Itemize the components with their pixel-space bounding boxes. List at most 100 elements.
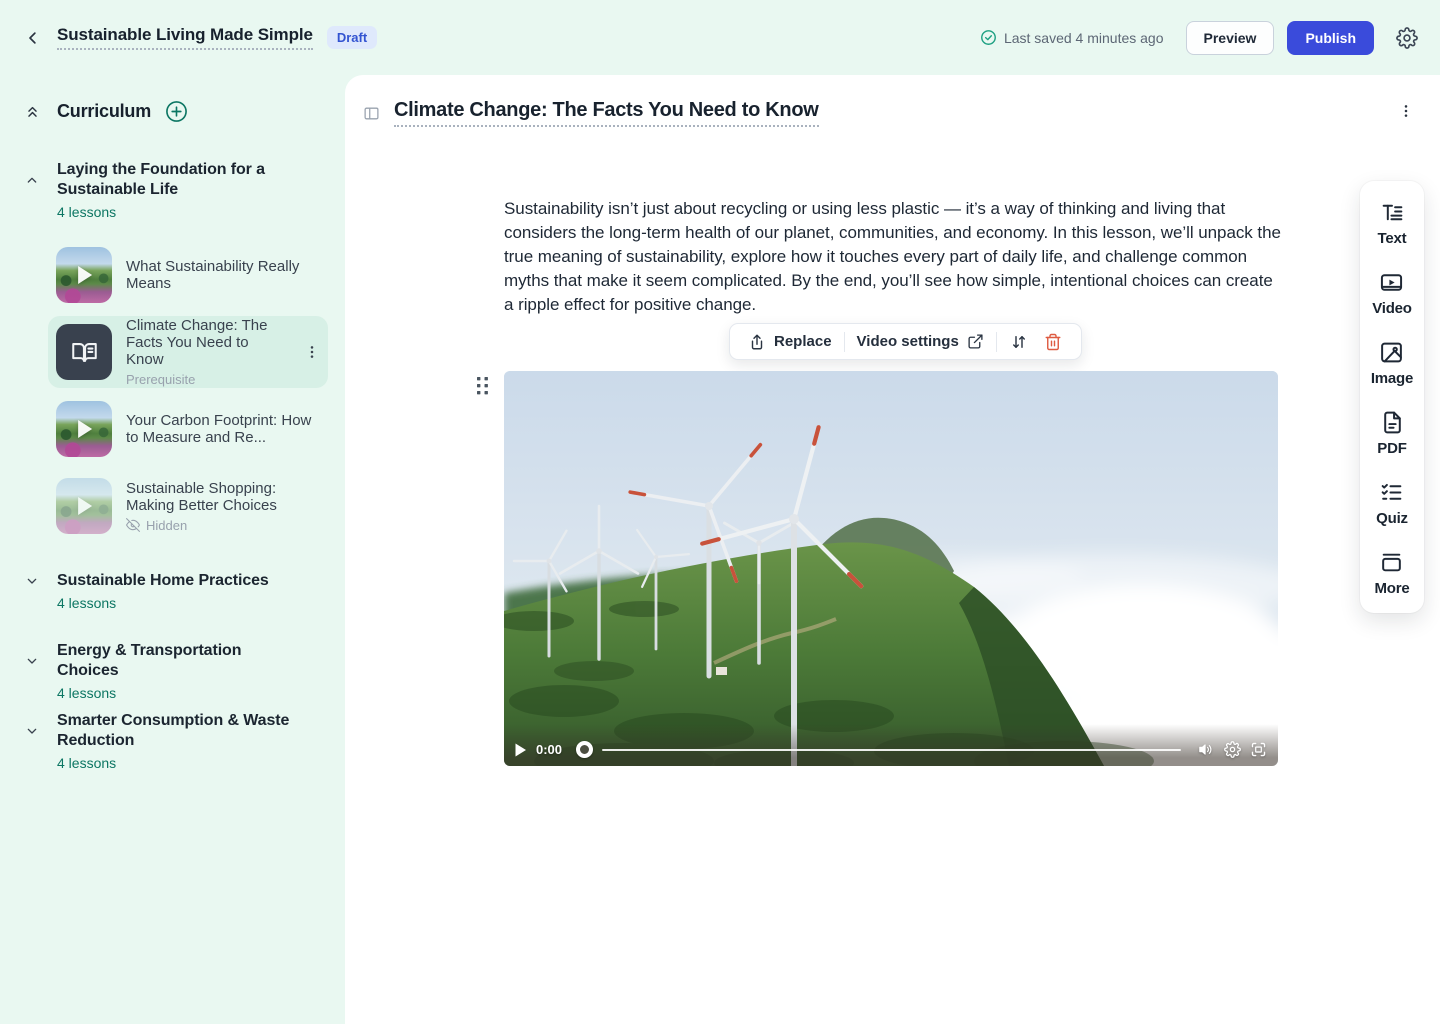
lesson-title: What Sustainability Really Means — [126, 258, 320, 292]
course-builder-app: Sustainable Living Made Simple Draft Las… — [0, 0, 1440, 1024]
section-smarter-consumption: Smarter Consumption & Waste Reduction 4 … — [0, 711, 345, 771]
insert-item-label: Video — [1372, 300, 1412, 317]
insert-block-toolbar: Text Video Image PDF Quiz More — [1360, 181, 1424, 613]
section-title[interactable]: Laying the Foundation for a Sustainable … — [57, 160, 297, 200]
image-block-icon — [1379, 340, 1404, 365]
swap-vertical-icon — [1010, 333, 1028, 351]
text-block-icon — [1380, 200, 1405, 225]
lesson-item-climate-change[interactable]: Climate Change: The Facts You Need to Kn… — [48, 316, 328, 388]
video-thumbnail — [56, 401, 112, 457]
last-saved-text: Last saved 4 minutes ago — [1004, 30, 1164, 46]
section-lesson-count: 4 lessons — [57, 685, 345, 701]
insert-item-label: Quiz — [1376, 510, 1408, 527]
section-lesson-count: 4 lessons — [57, 595, 345, 611]
lesson-editor-panel: Climate Change: The Facts You Need to Kn… — [345, 75, 1440, 1024]
check-circle-icon — [980, 29, 997, 46]
chevron-up-icon[interactable] — [24, 172, 40, 188]
seek-knob[interactable] — [576, 741, 593, 758]
drag-handle-icon[interactable] — [475, 374, 490, 398]
kebab-menu-icon[interactable] — [304, 344, 320, 360]
insert-pdf-button[interactable]: PDF — [1377, 410, 1406, 457]
volume-icon[interactable] — [1198, 741, 1215, 758]
section-title[interactable]: Sustainable Home Practices — [57, 571, 297, 591]
insert-image-button[interactable]: Image — [1371, 340, 1413, 387]
video-block-toolbar: Replace Video settings — [729, 323, 1082, 360]
lesson-meta: Hidden — [126, 518, 320, 533]
lesson-title: Climate Change: The Facts You Need to Kn… — [126, 317, 290, 368]
lesson-intro-paragraph[interactable]: Sustainability isn’t just about recyclin… — [504, 197, 1282, 317]
more-block-icon — [1379, 550, 1404, 575]
insert-text-button[interactable]: Text — [1378, 200, 1407, 247]
lesson-item-what-sustainability[interactable]: What Sustainability Really Means — [48, 239, 328, 311]
lesson-meta-text: Hidden — [146, 518, 187, 533]
lesson-item-carbon-footprint[interactable]: Your Carbon Footprint: How to Measure an… — [48, 393, 328, 465]
quiz-block-icon — [1379, 480, 1404, 505]
status-badge: Draft — [327, 26, 377, 49]
course-title[interactable]: Sustainable Living Made Simple — [57, 25, 313, 50]
play-button-icon[interactable] — [514, 743, 527, 757]
video-player[interactable]: 0:00 — [504, 371, 1278, 766]
add-section-icon[interactable] — [165, 100, 188, 123]
toolbar-divider — [996, 332, 997, 352]
play-icon — [78, 266, 92, 284]
preview-button[interactable]: Preview — [1186, 21, 1275, 55]
chevron-down-icon[interactable] — [24, 653, 40, 669]
video-settings-button[interactable]: Video settings — [850, 333, 991, 350]
section-title[interactable]: Energy & Transportation Choices — [57, 641, 297, 681]
chevron-down-icon[interactable] — [24, 573, 40, 589]
fullscreen-icon[interactable] — [1250, 741, 1267, 758]
player-settings-icon[interactable] — [1224, 741, 1241, 758]
lesson-item-sustainable-shopping[interactable]: Sustainable Shopping: Making Better Choi… — [48, 470, 328, 542]
insert-item-label: More — [1374, 580, 1409, 597]
reading-lesson-tile — [56, 324, 112, 380]
replace-label: Replace — [774, 333, 832, 350]
video-frame-art — [504, 371, 1278, 766]
section-laying-the-foundation: Laying the Foundation for a Sustainable … — [0, 160, 345, 220]
video-block-icon — [1379, 270, 1404, 295]
delete-block-button[interactable] — [1036, 333, 1070, 351]
seek-bar[interactable] — [602, 749, 1181, 751]
collapse-all-icon[interactable] — [24, 103, 41, 120]
curriculum-sidebar: Curriculum Laying the Foundation for a S… — [0, 75, 345, 1024]
replace-button[interactable]: Replace — [741, 333, 839, 351]
lesson-meta: Prerequisite — [126, 372, 290, 387]
lesson-list: What Sustainability Really Means Climate… — [48, 239, 328, 547]
video-time: 0:00 — [536, 742, 562, 757]
section-lesson-count: 4 lessons — [57, 204, 345, 220]
chevron-down-icon[interactable] — [24, 723, 40, 739]
reorder-block-button[interactable] — [1002, 333, 1036, 351]
lesson-kebab-menu-icon[interactable] — [1398, 103, 1414, 119]
lesson-title: Your Carbon Footprint: How to Measure an… — [126, 412, 320, 446]
video-thumbnail — [56, 247, 112, 303]
lesson-title: Sustainable Shopping: Making Better Choi… — [126, 480, 320, 514]
publish-button[interactable]: Publish — [1287, 21, 1374, 55]
section-energy-transportation: Energy & Transportation Choices 4 lesson… — [0, 641, 345, 701]
play-icon — [78, 497, 92, 515]
insert-item-label: PDF — [1377, 440, 1406, 457]
lesson-page-title[interactable]: Climate Change: The Facts You Need to Kn… — [394, 99, 819, 127]
section-lesson-count: 4 lessons — [57, 755, 345, 771]
upload-icon — [748, 333, 766, 351]
open-book-icon — [71, 339, 98, 366]
insert-quiz-button[interactable]: Quiz — [1376, 480, 1408, 527]
video-thumbnail — [56, 478, 112, 534]
settings-gear-icon[interactable] — [1396, 27, 1418, 49]
external-link-icon — [967, 333, 984, 350]
insert-item-label: Image — [1371, 370, 1413, 387]
video-controls-bar: 0:00 — [504, 724, 1278, 766]
back-icon[interactable] — [24, 29, 42, 47]
top-bar: Sustainable Living Made Simple Draft Las… — [0, 0, 1440, 75]
sidebar-title: Curriculum — [57, 101, 151, 122]
insert-video-button[interactable]: Video — [1372, 270, 1412, 317]
insert-more-button[interactable]: More — [1374, 550, 1409, 597]
section-sustainable-home: Sustainable Home Practices 4 lessons — [0, 571, 345, 611]
toolbar-divider — [844, 332, 845, 352]
video-settings-label: Video settings — [857, 333, 959, 350]
toggle-sidebar-icon[interactable] — [363, 105, 380, 122]
last-saved-status: Last saved 4 minutes ago — [980, 29, 1164, 46]
play-icon — [78, 420, 92, 438]
trash-icon — [1044, 333, 1062, 351]
eye-off-icon — [126, 518, 140, 532]
section-title[interactable]: Smarter Consumption & Waste Reduction — [57, 711, 297, 751]
pdf-block-icon — [1380, 410, 1405, 435]
